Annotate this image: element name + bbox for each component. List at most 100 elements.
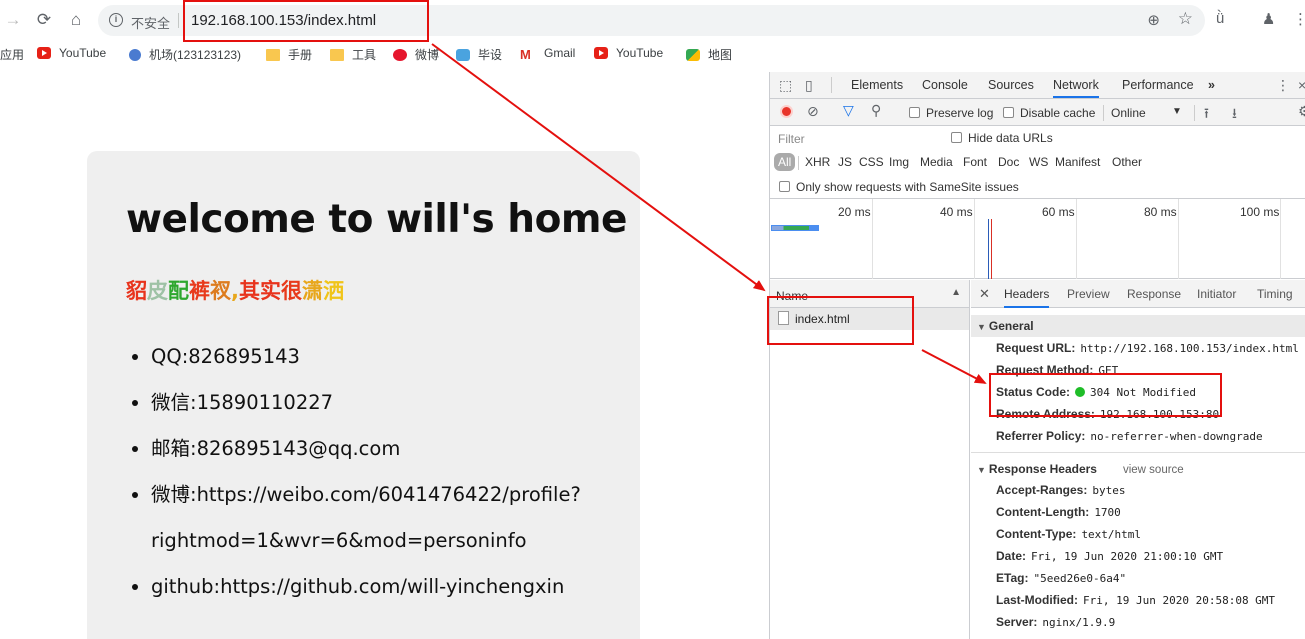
- timeline-label: 80 ms: [1144, 205, 1177, 219]
- info-icon[interactable]: i: [109, 13, 123, 27]
- type-img[interactable]: Img: [889, 155, 909, 169]
- youtube-icon: [594, 47, 608, 59]
- bookmark-label: 地图: [708, 48, 733, 62]
- translate-extension-icon[interactable]: ǜ: [1216, 10, 1224, 27]
- timeline-gridline: [872, 199, 873, 279]
- contact-weibo: 微博:https://weibo.com/6041476422/profile?…: [151, 472, 621, 564]
- reload-icon[interactable]: ⟳: [34, 10, 54, 30]
- chevron-down-icon[interactable]: ▼: [1172, 106, 1182, 117]
- tab-timing[interactable]: Timing: [1257, 287, 1293, 301]
- home-icon[interactable]: ⌂: [66, 10, 86, 30]
- preserve-log-checkbox[interactable]: [909, 107, 920, 118]
- type-xhr[interactable]: XHR: [805, 155, 830, 169]
- hide-data-urls-checkbox[interactable]: [951, 132, 962, 143]
- globe-icon: [129, 49, 141, 61]
- type-js[interactable]: JS: [838, 155, 852, 169]
- toolbar-divider: [1194, 105, 1195, 121]
- header-accept-ranges: Accept-Ranges: bytes: [996, 483, 1125, 497]
- maps-icon: [686, 49, 700, 61]
- samesite-label: Only show requests with SameSite issues: [796, 180, 1019, 194]
- slogan-char: 衩: [210, 279, 231, 303]
- bookmark-star-icon[interactable]: ☆: [1178, 9, 1193, 29]
- timeline-label: 100 ms: [1240, 205, 1280, 219]
- page-title: welcome to will's home: [126, 197, 627, 242]
- bookmark-manual[interactable]: 手册: [266, 46, 312, 62]
- header-last-modified: Last-Modified: Fri, 19 Jun 2020 20:58:08 …: [996, 593, 1275, 607]
- filter-input[interactable]: Filter: [773, 129, 938, 148]
- request-details-panel: ✕ Headers Preview Response Initiator Tim…: [971, 280, 1305, 639]
- bookmark-youtube[interactable]: YouTube: [37, 46, 106, 62]
- header-key: Request URL:: [996, 341, 1076, 355]
- youtube-icon: [37, 47, 51, 59]
- header-etag: ETag: "5eed26e0-6a4": [996, 571, 1126, 585]
- timeline-gridline: [1280, 199, 1281, 279]
- bookmark-maps[interactable]: 地图: [686, 46, 732, 62]
- close-devtools-icon[interactable]: ×: [1298, 77, 1305, 93]
- header-key: Date:: [996, 549, 1027, 563]
- type-doc[interactable]: Doc: [998, 155, 1019, 169]
- import-har-icon[interactable]: ⭱: [1204, 103, 1209, 127]
- menu-icon[interactable]: ⋮: [1293, 10, 1305, 28]
- inspect-element-icon[interactable]: ⬚: [779, 77, 792, 94]
- tab-initiator[interactable]: Initiator: [1197, 287, 1236, 301]
- type-other[interactable]: Other: [1112, 155, 1142, 169]
- header-key: Content-Length:: [996, 505, 1090, 519]
- contact-qq: QQ:826895143: [151, 334, 621, 380]
- record-icon[interactable]: [780, 105, 793, 118]
- clear-icon[interactable]: ⊘: [807, 103, 819, 120]
- sort-arrow-icon[interactable]: ▲: [951, 287, 961, 298]
- contact-wechat: 微信:15890110227: [151, 380, 621, 426]
- tab-headers[interactable]: Headers: [1004, 287, 1050, 308]
- bookmark-tools[interactable]: 工具: [330, 46, 376, 62]
- filter-row: Filter Hide data URLs: [770, 126, 1305, 151]
- filter-icon[interactable]: ▽: [843, 102, 854, 119]
- bookmark-label: Gmail: [544, 46, 576, 60]
- header-request-url: Request URL: http://192.168.100.153/index…: [996, 341, 1299, 355]
- response-headers-section-header[interactable]: ▼ Response Headers view source: [971, 458, 1305, 480]
- search-icon[interactable]: ⚲: [871, 102, 881, 119]
- network-overview-timeline: 20 ms 40 ms 60 ms 80 ms 100 ms: [770, 199, 1305, 279]
- type-ws[interactable]: WS: [1029, 155, 1048, 169]
- type-all[interactable]: All: [774, 153, 796, 171]
- disable-cache-checkbox[interactable]: [1003, 107, 1014, 118]
- contact-list: QQ:826895143 微信:15890110227 邮箱:826895143…: [151, 334, 621, 610]
- header-key: Server:: [996, 615, 1038, 629]
- bookmark-youtube-2[interactable]: YouTube: [594, 46, 663, 62]
- view-source-link[interactable]: view source: [1123, 464, 1184, 476]
- more-tabs-icon[interactable]: »: [1208, 78, 1215, 92]
- bookmark-gmail[interactable]: M Gmail: [520, 46, 575, 62]
- type-css[interactable]: CSS: [859, 155, 884, 169]
- timeline-label: 20 ms: [838, 205, 871, 219]
- bookmark-weibo[interactable]: 微博: [393, 46, 439, 62]
- device-toolbar-icon[interactable]: ▯: [805, 77, 813, 94]
- tab-response[interactable]: Response: [1127, 287, 1181, 301]
- general-section-header[interactable]: ▼ General: [971, 315, 1305, 337]
- bookmark-airport[interactable]: 机场(123123123): [129, 46, 241, 62]
- bookmark-bishe[interactable]: 毕设: [456, 46, 502, 62]
- annotation-box-url: [183, 0, 429, 42]
- forward-icon[interactable]: →: [3, 10, 23, 30]
- throttle-select[interactable]: Online: [1111, 106, 1146, 120]
- tab-performance[interactable]: Performance: [1122, 78, 1194, 92]
- tab-console[interactable]: Console: [922, 78, 968, 92]
- type-media[interactable]: Media: [920, 155, 953, 169]
- zoom-icon[interactable]: ⊕: [1147, 11, 1160, 29]
- type-manifest[interactable]: Manifest: [1055, 155, 1100, 169]
- header-value: "5eed26e0-6a4": [1033, 572, 1127, 585]
- export-har-icon[interactable]: ⭳: [1232, 103, 1237, 127]
- bookmark-apps[interactable]: 应用: [0, 46, 24, 62]
- devtools-menu-icon[interactable]: ⋮: [1276, 77, 1290, 94]
- tab-sources[interactable]: Sources: [988, 78, 1034, 92]
- domcontentloaded-marker: [988, 219, 989, 279]
- tab-preview[interactable]: Preview: [1067, 287, 1110, 301]
- type-font[interactable]: Font: [963, 155, 987, 169]
- slogan-char: 配: [168, 279, 189, 303]
- omnibox-divider: [178, 13, 179, 28]
- samesite-checkbox[interactable]: [779, 181, 790, 192]
- close-details-icon[interactable]: ✕: [979, 286, 990, 302]
- profile-avatar-icon[interactable]: ♟: [1262, 10, 1275, 28]
- tab-network[interactable]: Network: [1053, 78, 1099, 98]
- header-server: Server: nginx/1.9.9: [996, 615, 1115, 629]
- tab-elements[interactable]: Elements: [851, 78, 903, 92]
- settings-icon[interactable]: ⚙: [1298, 103, 1305, 120]
